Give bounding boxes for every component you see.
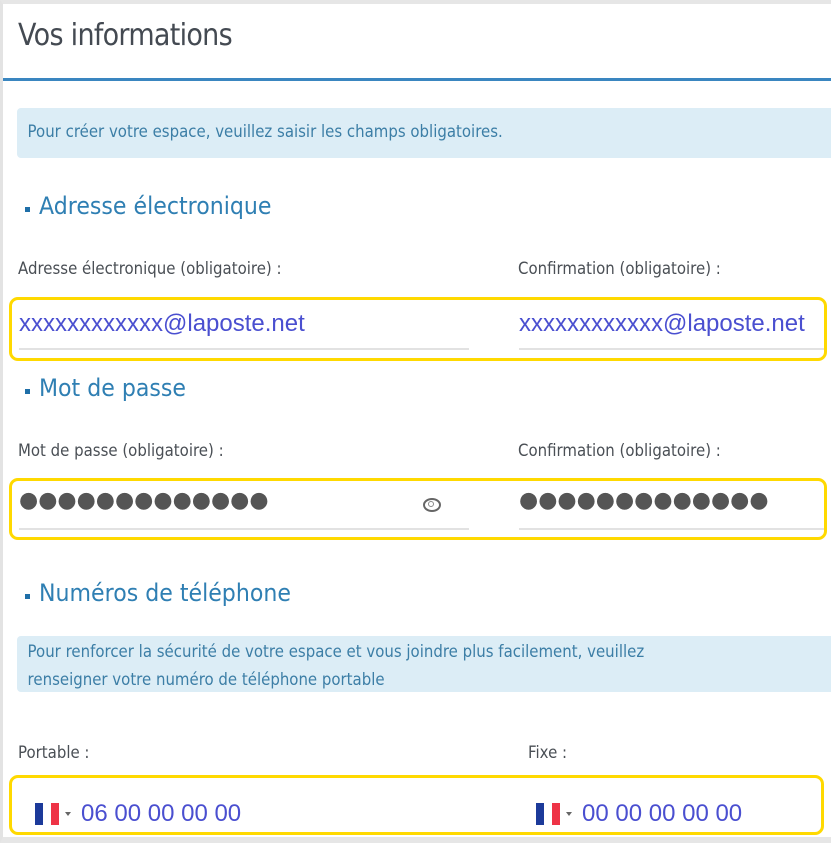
mobile-phone-field: 06 00 00 00 00 — [35, 794, 241, 834]
country-dropdown-caret-icon[interactable] — [566, 812, 572, 816]
bullet-icon — [25, 389, 30, 394]
bullet-icon — [25, 207, 30, 212]
password-input[interactable]: ●●●●●●●●●●●●● — [19, 484, 469, 530]
landline-label: Fixe : — [528, 743, 568, 763]
email-label: Adresse électronique (obligatoire) : — [18, 259, 282, 279]
title-divider — [3, 78, 831, 81]
mobile-label: Portable : — [18, 743, 90, 763]
password-confirm-label: Confirmation (obligatoire) : — [518, 441, 721, 461]
password-confirm-input-underline — [519, 528, 824, 530]
password-confirm-input-value: ●●●●●●●●●●●●● — [519, 488, 769, 513]
section-heading-password: Mot de passe — [25, 374, 199, 402]
mobile-phone-input[interactable]: 06 00 00 00 00 — [81, 800, 241, 828]
email-confirm-label: Confirmation (obligatoire) : — [518, 259, 721, 279]
country-dropdown-caret-icon[interactable] — [65, 812, 71, 816]
bullet-icon — [25, 594, 30, 599]
email-confirm-input[interactable]: xxxxxxxxxxxx@laposte.net — [519, 304, 824, 350]
email-input[interactable]: xxxxxxxxxxxx@laposte.net — [19, 304, 469, 350]
eye-icon[interactable] — [423, 498, 441, 512]
landline-phone-field: 00 00 00 00 00 — [536, 794, 742, 834]
email-confirm-input-value: xxxxxxxxxxxx@laposte.net — [519, 310, 805, 337]
section-heading-phone: Numéros de téléphone — [25, 579, 313, 607]
page-title: Vos informations — [18, 18, 233, 53]
phone-info-banner-line2: renseigner votre numéro de téléphone por… — [27, 670, 385, 690]
password-label: Mot de passe (obligatoire) : — [18, 441, 224, 461]
france-flag-icon[interactable] — [536, 803, 560, 825]
info-banner-text: Pour créer votre espace, veuillez saisir… — [27, 122, 503, 142]
form-panel: Vos informations Pour créer votre espace… — [0, 0, 831, 843]
phone-info-banner-line1: Pour renforcer la sécurité de votre espa… — [27, 642, 645, 662]
phone-info-banner: Pour renforcer la sécurité de votre espa… — [17, 636, 831, 692]
password-confirm-input[interactable]: ●●●●●●●●●●●●● — [519, 484, 824, 530]
email-input-underline — [19, 348, 469, 350]
email-confirm-input-underline — [519, 348, 824, 350]
password-input-value: ●●●●●●●●●●●●● — [19, 488, 269, 513]
password-input-underline — [19, 528, 469, 530]
france-flag-icon[interactable] — [35, 803, 59, 825]
info-banner: Pour créer votre espace, veuillez saisir… — [17, 108, 831, 158]
landline-phone-input[interactable]: 00 00 00 00 00 — [582, 800, 742, 828]
email-input-value: xxxxxxxxxxxx@laposte.net — [19, 310, 305, 337]
section-heading-email: Adresse électronique — [25, 192, 292, 220]
